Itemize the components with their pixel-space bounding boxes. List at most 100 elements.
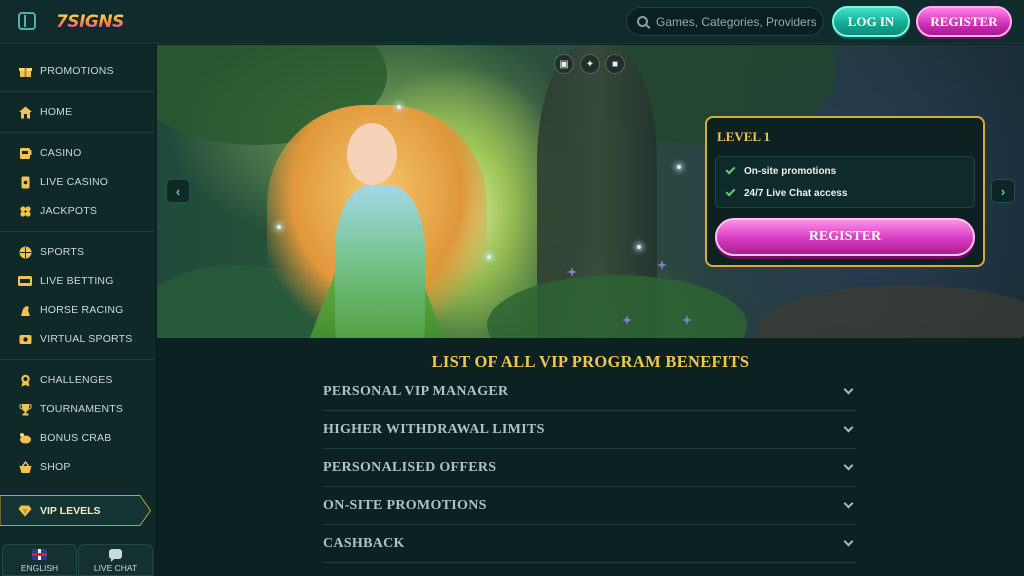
sidebar-item-label: CASINO (40, 147, 82, 159)
sidebar-item-label: CHALLENGES (40, 374, 113, 386)
logo-text: 7SIGNS (56, 12, 124, 32)
chevron-down-icon[interactable] (843, 498, 854, 509)
benefit-accordion-item[interactable]: CASHBACK (323, 525, 856, 563)
search-bar[interactable] (626, 7, 824, 36)
register-button[interactable]: REGISTER (916, 6, 1012, 37)
benefit-accordion-item[interactable]: HIGHER WITHDRAWAL LIMITS (323, 411, 856, 449)
sidebar-item-shop[interactable]: SHOP (0, 453, 155, 481)
home-icon (18, 105, 32, 119)
gift-icon (18, 64, 32, 78)
sidebar-item-label: LIVE CASINO (40, 176, 109, 188)
fairy-face-art (347, 123, 397, 185)
chevron-down-icon[interactable] (843, 384, 854, 395)
uk-flag-icon (32, 549, 47, 560)
sidebar-item-label: SHOP (40, 461, 71, 473)
sidebar-item-label: BONUS CRAB (40, 432, 112, 444)
sparkle-decoration (677, 165, 681, 169)
sidebar-item-home[interactable]: HOME (0, 98, 155, 126)
sidebar-item-label: VIP LEVELS (40, 504, 101, 517)
clover-icon (18, 204, 32, 218)
sidebar-divider (0, 132, 155, 133)
sidebar-item-vip-levels[interactable]: VIP LEVELS (0, 496, 150, 525)
live-chat-button[interactable]: LIVE CHAT (78, 544, 153, 576)
check-icon (725, 164, 736, 175)
benefit-label: CASHBACK (323, 535, 405, 551)
sidebar-divider (0, 359, 155, 360)
foliage-decoration (487, 275, 747, 338)
level-register-button[interactable]: REGISTER (715, 218, 975, 256)
chevron-down-icon[interactable] (843, 536, 854, 547)
benefit-label: PERSONALISED OFFERS (323, 459, 497, 475)
ground-decoration (757, 285, 1024, 338)
level-benefit-label: 24/7 Live Chat access (744, 187, 848, 199)
sparkle-decoration (277, 225, 281, 229)
login-button[interactable]: LOG IN (832, 6, 910, 37)
banner-next-arrow-icon[interactable]: › (991, 179, 1015, 203)
trophy-icon (18, 402, 32, 416)
sidebar-divider (0, 231, 155, 232)
level-benefits-list: On-site promotions 24/7 Live Chat access (715, 156, 975, 208)
benefit-label: HIGHER WITHDRAWAL LIMITS (323, 421, 545, 437)
slot-machine-icon (18, 146, 32, 160)
sparkle-effects-icon[interactable]: ✦ (580, 54, 600, 74)
fairy-body-art (335, 185, 425, 338)
sidebar-divider (0, 91, 155, 92)
top-header: 7SIGNS LOG IN REGISTER (0, 0, 1024, 44)
sparkle-decoration (487, 255, 491, 259)
sidebar-item-live-betting[interactable]: LIVE BETTING (0, 267, 155, 295)
video-icon[interactable]: ■ (605, 54, 625, 74)
search-icon (637, 16, 648, 27)
sidebar-item-tournaments[interactable]: TOURNAMENTS (0, 395, 155, 423)
horse-icon (18, 303, 32, 317)
sidebar-item-label: TOURNAMENTS (40, 403, 124, 415)
sidebar-item-virtual-sports[interactable]: VIRTUAL SPORTS (0, 325, 155, 353)
sidebar: PROMOTIONS HOME CASINO LIVE CASINO JACKP… (0, 45, 155, 576)
ball-icon (18, 245, 32, 259)
sparkle-decoration (637, 245, 641, 249)
benefit-label: ON-SITE PROMOTIONS (323, 497, 487, 513)
language-button[interactable]: ENGLISH (2, 544, 77, 576)
live-icon (18, 274, 32, 288)
benefit-accordion-item[interactable]: ON-SITE PROMOTIONS (323, 487, 856, 525)
sidebar-item-sports[interactable]: SPORTS (0, 238, 155, 266)
sidebar-item-bonus-crab[interactable]: BONUS CRAB (0, 424, 155, 452)
chevron-down-icon[interactable] (843, 422, 854, 433)
sidebar-item-label: PROMOTIONS (40, 65, 114, 77)
sidebar-item-challenges[interactable]: CHALLENGES (0, 366, 155, 394)
search-input[interactable] (656, 14, 816, 29)
hero-banner: ▣ ✦ ■ ‹ › LEVEL 1 On-site promotions 24/… (157, 45, 1024, 338)
sidebar-item-promotions[interactable]: PROMOTIONS (0, 57, 155, 85)
chat-bubble-icon (109, 549, 122, 562)
level-benefit-label: On-site promotions (744, 165, 837, 177)
check-icon (725, 186, 736, 197)
sidebar-item-label: JACKPOTS (40, 205, 98, 217)
level-benefit-item: On-site promotions (725, 162, 837, 180)
sidebar-item-label: HOME (40, 106, 73, 118)
benefit-accordion-item[interactable]: PERSONALISED OFFERS (323, 449, 856, 487)
level-title: LEVEL 1 (717, 129, 771, 144)
benefits-title: LIST OF ALL VIP PROGRAM BENEFITS (431, 352, 750, 371)
gallery-icon[interactable]: ▣ (554, 54, 574, 74)
sidebar-item-label: VIRTUAL SPORTS (40, 333, 133, 345)
sidebar-item-label: SPORTS (40, 246, 85, 258)
sparkle-decoration (397, 105, 401, 109)
flower-decoration (657, 260, 667, 270)
medal-icon (18, 373, 32, 387)
banner-prev-arrow-icon[interactable]: ‹ (166, 179, 190, 203)
sidebar-item-label: HORSE RACING (40, 304, 124, 316)
level-benefit-item: 24/7 Live Chat access (725, 184, 848, 202)
language-label: ENGLISH (20, 563, 59, 573)
sidebar-item-casino[interactable]: CASINO (0, 139, 155, 167)
benefit-accordion-item[interactable]: PERSONAL VIP MANAGER (323, 373, 856, 411)
diamond-icon (18, 504, 32, 518)
sidebar-item-horse-racing[interactable]: HORSE RACING (0, 296, 155, 324)
sidebar-item-label: LIVE BETTING (40, 275, 114, 287)
sidebar-item-live-casino[interactable]: LIVE CASINO (0, 168, 155, 196)
basket-icon (18, 460, 32, 474)
site-logo[interactable]: 7SIGNS (56, 6, 124, 38)
sidebar-toggle-icon[interactable] (18, 12, 36, 30)
chevron-down-icon[interactable] (843, 460, 854, 471)
live-chat-label: LIVE CHAT (93, 563, 138, 573)
sidebar-item-jackpots[interactable]: JACKPOTS (0, 197, 155, 225)
virtual-icon (18, 332, 32, 346)
